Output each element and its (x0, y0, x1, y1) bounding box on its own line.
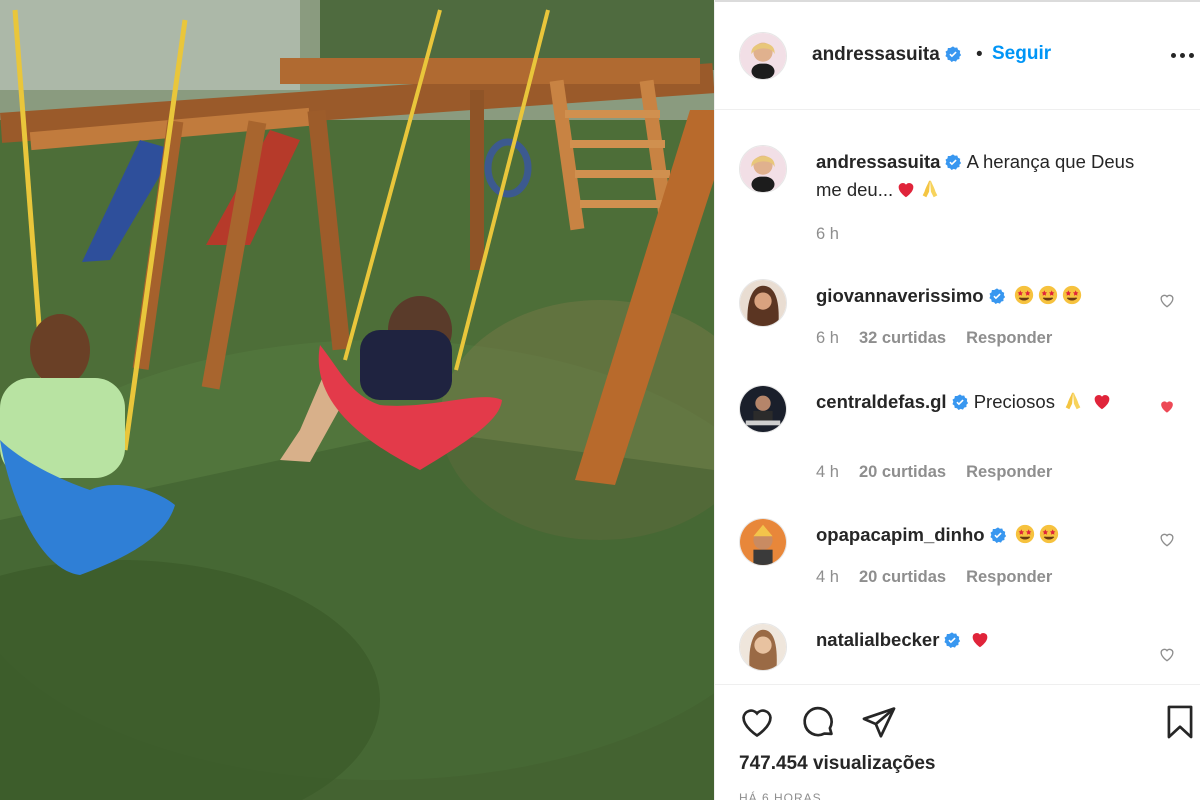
verified-badge-icon (952, 394, 968, 411)
more-options-icon[interactable] (1171, 48, 1197, 62)
comment-meta: 4 h 20 curtidas Responder (816, 463, 1072, 482)
verified-badge-icon (945, 154, 962, 171)
star-eyes-emoji-icon (1014, 285, 1033, 305)
commenter-avatar[interactable] (739, 623, 787, 671)
commenter-avatar[interactable] (739, 385, 787, 433)
comment-time[interactable]: 4 h (816, 568, 839, 586)
comment-meta: 4 h 20 curtidas Responder (816, 568, 1072, 587)
like-comment-heart-icon[interactable] (1157, 529, 1177, 549)
comments-list[interactable]: andressasuita A herança que Deus me deu.… (715, 111, 1200, 683)
red-heart-emoji-icon (898, 183, 914, 198)
comment-text: opapacapim_dinho (816, 521, 1161, 549)
comment-bubble-icon[interactable] (799, 703, 837, 741)
comment-time[interactable]: 6 h (816, 329, 839, 347)
post-actions: 747.454 visualizações HÁ 6 HORAS (715, 684, 1200, 800)
post-details-panel: andressasuita • Seguir andressasuita A h… (714, 0, 1200, 800)
post-header: andressasuita • Seguir (715, 0, 1200, 110)
comment-text: centraldefas.gl Preciosos (816, 388, 1161, 416)
separator-dot: • (976, 44, 983, 65)
more-dot (1189, 53, 1194, 58)
commenter-avatar[interactable] (739, 279, 787, 327)
posted-time[interactable]: HÁ 6 HORAS (739, 791, 822, 800)
reply-button[interactable]: Responder (966, 329, 1052, 347)
comment-meta: 6 h 32 curtidas Responder (816, 329, 1072, 348)
caption-username[interactable]: andressasuita (816, 151, 940, 172)
liked-comment-heart-icon[interactable] (1157, 396, 1177, 416)
save-bookmark-icon[interactable] (1161, 703, 1199, 741)
more-dot (1171, 53, 1176, 58)
star-eyes-emoji-icon (1039, 524, 1058, 544)
post-video[interactable] (0, 0, 714, 800)
share-send-icon[interactable] (860, 703, 898, 741)
like-comment-heart-icon[interactable] (1157, 290, 1177, 310)
caption-text: andressasuita A herança que Deus me deu.… (816, 148, 1161, 204)
comment-text: natalialbecker (816, 626, 1161, 654)
star-eyes-emoji-icon (1015, 524, 1034, 544)
comment-text: giovannaverissimo (816, 282, 1161, 310)
caption-avatar[interactable] (739, 145, 787, 193)
verified-badge-icon (990, 527, 1006, 544)
commenter-avatar[interactable] (739, 518, 787, 566)
comment-likes[interactable]: 20 curtidas (859, 463, 946, 481)
comment-username[interactable]: natalialbecker (816, 629, 939, 650)
star-eyes-emoji-icon (1062, 285, 1081, 305)
caption-meta: 6 h (816, 225, 859, 244)
more-dot (1180, 53, 1185, 58)
folded-hands-emoji-icon (1065, 392, 1081, 410)
like-comment-heart-icon[interactable] (1157, 644, 1177, 664)
author-username-text[interactable]: andressasuita (812, 44, 940, 65)
author-avatar[interactable] (739, 32, 787, 80)
playground-scene (0, 0, 714, 800)
comment-likes[interactable]: 32 curtidas (859, 329, 946, 347)
verified-badge-icon (944, 632, 961, 649)
like-heart-icon[interactable] (738, 703, 776, 741)
reply-button[interactable]: Responder (966, 568, 1052, 586)
comment-username[interactable]: centraldefas.gl (816, 391, 947, 412)
verified-badge-icon (989, 288, 1005, 305)
caption-time[interactable]: 6 h (816, 225, 839, 243)
red-heart-emoji-icon (972, 633, 987, 648)
star-eyes-emoji-icon (1038, 285, 1057, 305)
comment-likes[interactable]: 20 curtidas (859, 568, 946, 586)
follow-button[interactable]: Seguir (992, 43, 1051, 65)
comment-username[interactable]: opapacapim_dinho (816, 524, 985, 545)
comment-username[interactable]: giovannaverissimo (816, 285, 984, 306)
verified-badge-icon (945, 46, 961, 63)
author-username[interactable]: andressasuita (812, 44, 962, 66)
reply-button[interactable]: Responder (966, 463, 1052, 481)
folded-hands-emoji-icon (922, 180, 938, 198)
views-count[interactable]: 747.454 visualizações (739, 753, 935, 775)
comment-time[interactable]: 4 h (816, 463, 839, 481)
comment-body: Preciosos (973, 391, 1055, 412)
red-heart-emoji-icon (1094, 395, 1110, 410)
